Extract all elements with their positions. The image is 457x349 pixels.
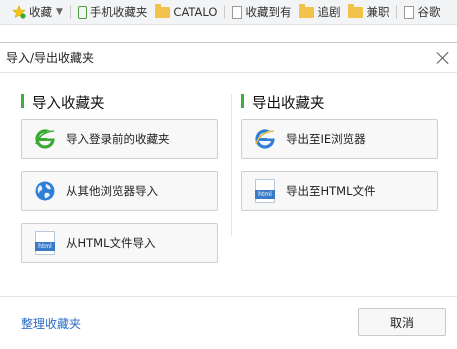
button-label: 导入登录前的收藏夹 [66, 132, 170, 146]
button-label: 从HTML文件导入 [66, 236, 156, 250]
dialog-header: 导入/导出收藏夹 [0, 43, 457, 73]
footer-divider [0, 296, 457, 297]
section-divider [231, 94, 232, 236]
bookmark-folder-drama[interactable]: 追剧 [295, 0, 344, 24]
organize-favorites-link[interactable]: 整理收藏夹 [21, 315, 81, 332]
close-icon[interactable] [435, 50, 451, 66]
dialog-title: 导入/导出收藏夹 [6, 51, 95, 65]
separator [224, 5, 226, 19]
bookmark-favorites-menu[interactable]: 收藏 ▼ [8, 0, 67, 24]
export-section-title: 导出收藏夹 [241, 92, 325, 113]
bookmark-label: 手机收藏夹 [89, 5, 148, 19]
button-label: 从其他浏览器导入 [66, 184, 158, 198]
bookmark-label: 追剧 [317, 5, 341, 19]
star-icon [12, 5, 26, 19]
folder-icon [155, 3, 171, 18]
ie-blue-icon [253, 127, 277, 151]
import-section-title: 导入收藏夹 [21, 92, 105, 113]
page-icon [232, 5, 243, 19]
export-to-html-button[interactable]: html 导出至HTML文件 [241, 171, 438, 211]
bookmark-label: CATALO [173, 5, 218, 19]
page-icon [404, 5, 415, 19]
html-file-icon: html [253, 179, 277, 203]
ie-green-icon [33, 127, 57, 151]
import-from-other-browser-button[interactable]: 从其他浏览器导入 [21, 171, 218, 211]
folder-icon [348, 3, 364, 18]
import-from-html-button[interactable]: html 从HTML文件导入 [21, 223, 218, 263]
phone-icon [77, 5, 87, 19]
bookmarks-bar: 收藏 ▼ 手机收藏夹 CATALO 收藏到有 追剧 兼职 谷歌 [0, 0, 457, 25]
button-label: 导出至HTML文件 [286, 184, 376, 198]
bookmark-mobile-favorites[interactable]: 手机收藏夹 [74, 0, 152, 24]
folder-icon [299, 3, 315, 18]
bookmark-catalo[interactable]: CATALO [151, 0, 221, 24]
bookmark-label: 谷歌 [417, 5, 441, 19]
button-label: 导出至IE浏览器 [286, 132, 366, 146]
chevron-down-icon: ▼ [56, 7, 63, 17]
cancel-button[interactable]: 取消 [358, 308, 446, 336]
html-file-icon-text: html [35, 242, 55, 251]
bookmark-google[interactable]: 谷歌 [400, 0, 444, 24]
html-file-icon-text: html [255, 190, 275, 199]
bookmark-label: 兼职 [366, 5, 390, 19]
export-to-ie-button[interactable]: 导出至IE浏览器 [241, 119, 438, 159]
separator [69, 5, 71, 19]
bookmark-saved-page[interactable]: 收藏到有 [228, 0, 295, 24]
html-file-icon: html [33, 231, 57, 255]
globe-icon [33, 179, 57, 203]
bookmark-folder-parttime[interactable]: 兼职 [344, 0, 393, 24]
separator [396, 5, 398, 19]
bookmark-label: 收藏 [29, 5, 52, 19]
bookmark-label: 收藏到有 [245, 5, 292, 19]
import-before-login-button[interactable]: 导入登录前的收藏夹 [21, 119, 218, 159]
